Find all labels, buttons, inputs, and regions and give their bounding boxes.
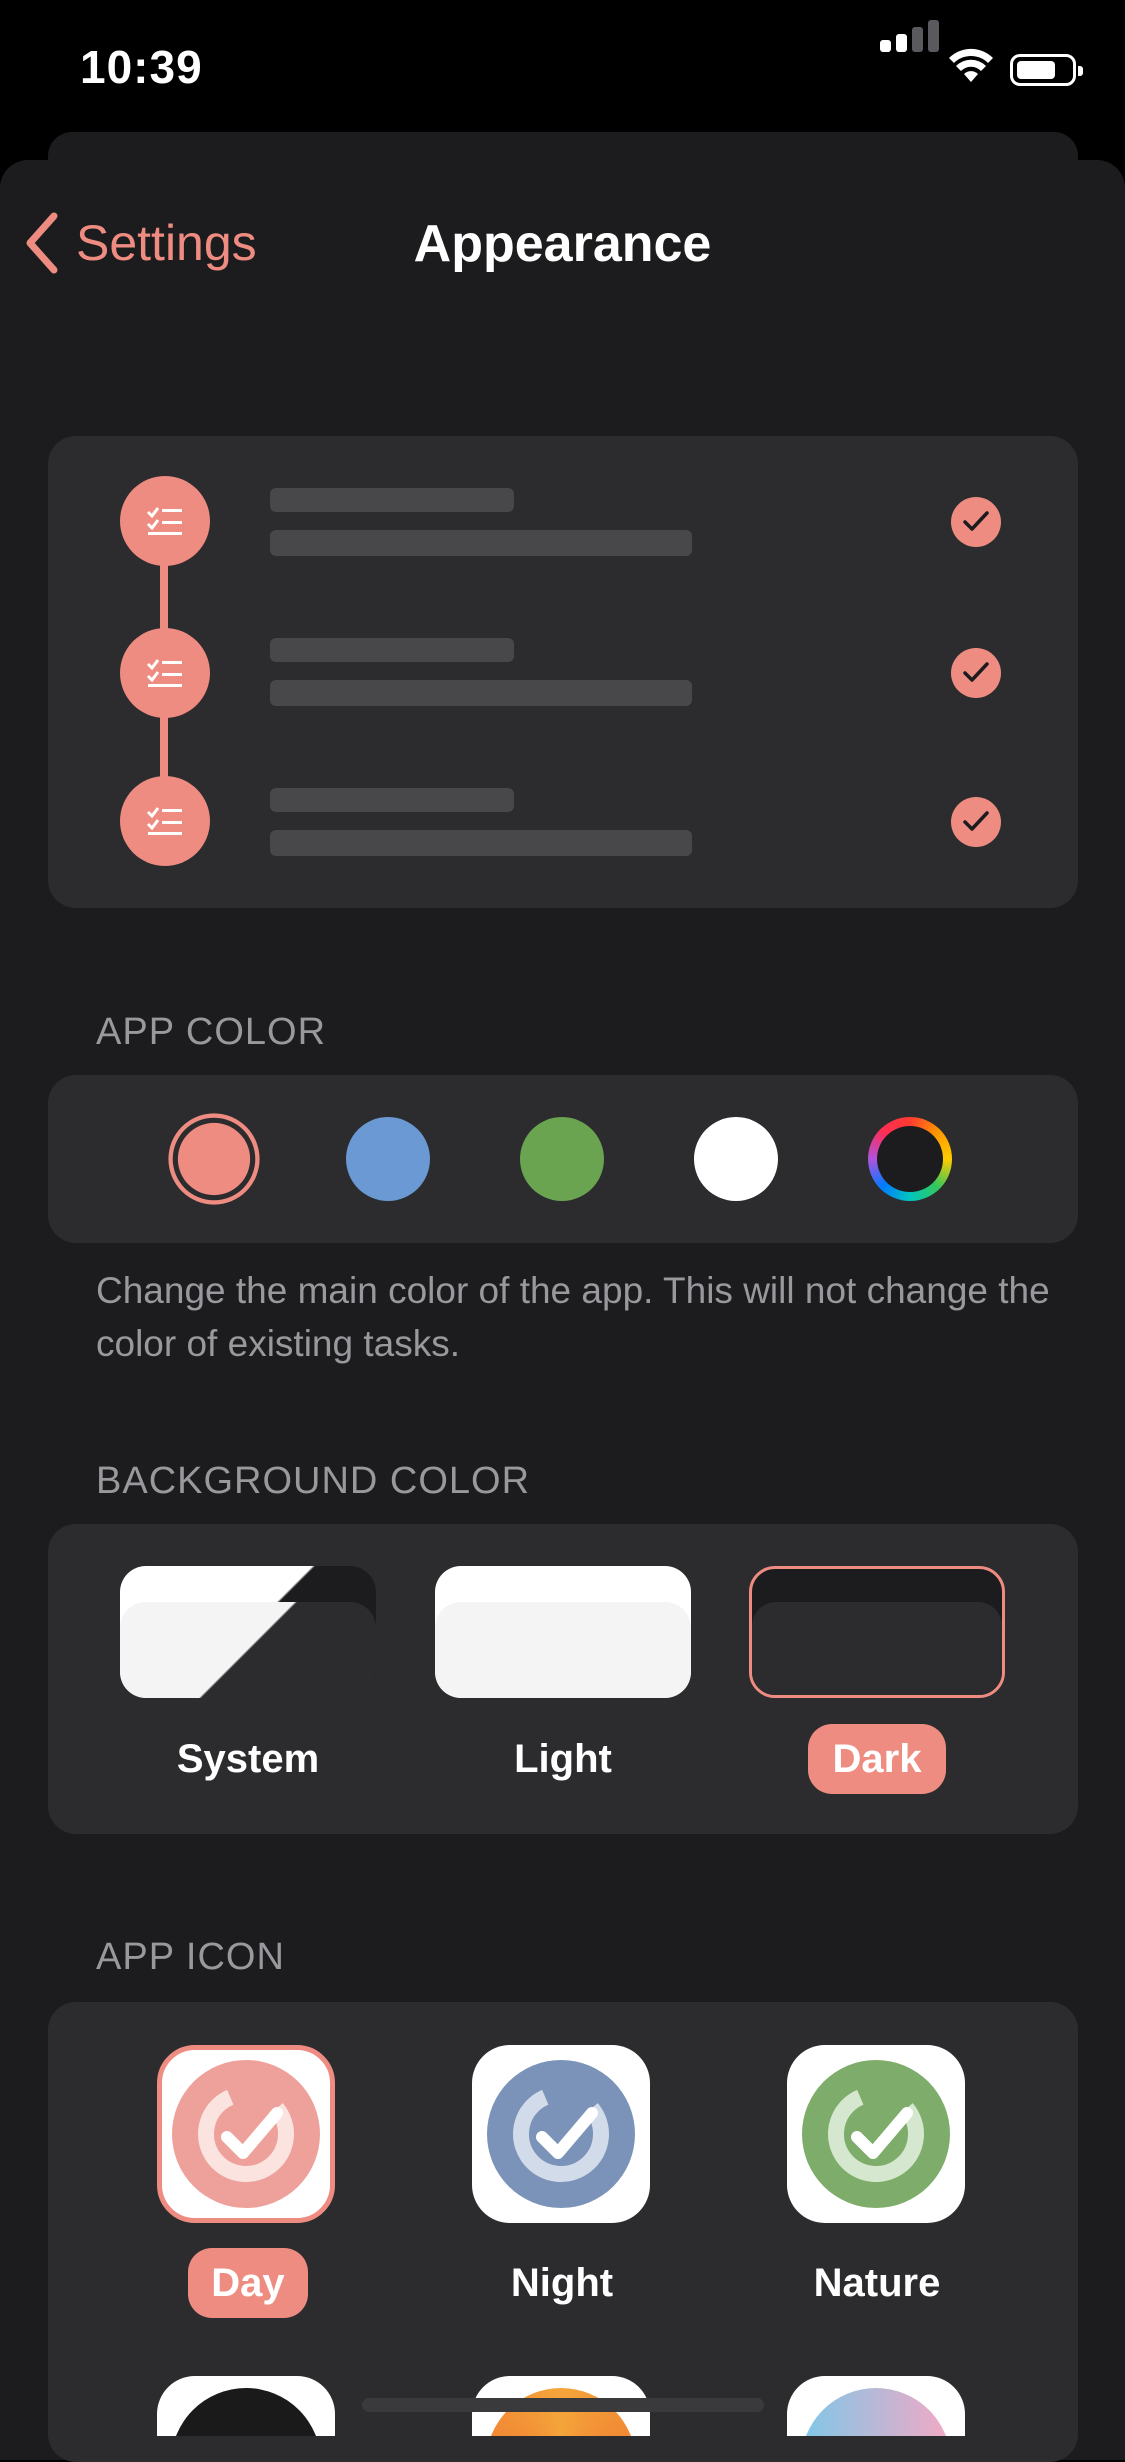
app-logo-icon	[487, 2060, 635, 2208]
background-option-dark[interactable]	[749, 1566, 1005, 1698]
placeholder-title	[270, 638, 514, 662]
battery-icon	[1010, 54, 1083, 86]
app-color-header: APP COLOR	[96, 1011, 327, 1053]
color-swatch-white[interactable]	[694, 1117, 778, 1201]
background-label-system: System	[176, 1737, 320, 1781]
background-label-dark-selected: Dark	[808, 1724, 946, 1794]
app-logo-icon	[802, 2060, 950, 2208]
task-icon	[120, 476, 210, 566]
background-option-light[interactable]	[435, 1566, 691, 1698]
placeholder-subtitle	[270, 530, 692, 556]
background-color-header: BACKGROUND COLOR	[96, 1460, 531, 1502]
app-icon-label-day-selected: Day	[188, 2248, 308, 2318]
status-time: 10:39	[80, 41, 203, 93]
checkmark-icon	[951, 797, 1001, 847]
color-swatch-blue[interactable]	[346, 1117, 430, 1201]
app-icon-option-dark[interactable]	[157, 2376, 335, 2436]
app-icon-option-day[interactable]	[157, 2045, 335, 2223]
home-indicator	[362, 2398, 764, 2412]
color-swatch-coral[interactable]	[177, 1122, 251, 1196]
app-icon-option-pastel[interactable]	[787, 2376, 965, 2436]
placeholder-subtitle	[270, 680, 692, 706]
status-bar: 10:39	[0, 0, 1125, 140]
app-logo-icon	[172, 2060, 320, 2208]
checkmark-icon	[951, 497, 1001, 547]
background-option-system[interactable]	[120, 1566, 376, 1698]
placeholder-title	[270, 788, 514, 812]
task-icon	[120, 628, 210, 718]
placeholder-title	[270, 488, 514, 512]
app-icon-option-night[interactable]	[472, 2045, 650, 2223]
app-icon-label-nature: Nature	[813, 2261, 941, 2305]
app-color-description: Change the main color of the app. This w…	[96, 1270, 1050, 1364]
task-icon	[120, 776, 210, 866]
wifi-icon	[949, 48, 993, 82]
color-swatch-green[interactable]	[520, 1117, 604, 1201]
page-title: Appearance	[413, 215, 712, 273]
app-icon-option-nature[interactable]	[787, 2045, 965, 2223]
app-icon-header: APP ICON	[96, 1936, 285, 1978]
checkmark-icon	[951, 648, 1001, 698]
app-icon-label-night: Night	[510, 2261, 614, 2305]
background-label-light: Light	[514, 1737, 612, 1781]
custom-color-picker[interactable]	[868, 1117, 952, 1201]
placeholder-subtitle	[270, 830, 692, 856]
